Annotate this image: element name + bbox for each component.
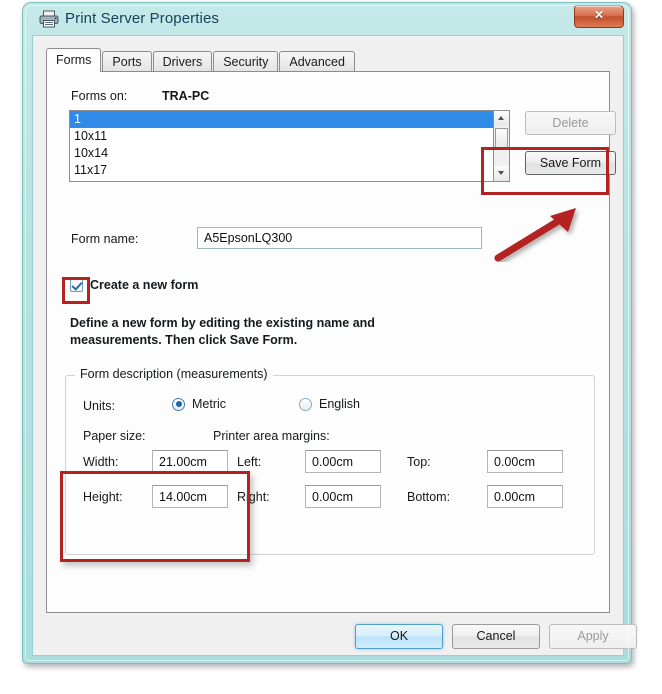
right-margin-input[interactable]	[305, 485, 381, 508]
cancel-button-label: Cancel	[476, 629, 516, 643]
tab-advanced[interactable]: Advanced	[279, 51, 355, 72]
bottom-margin-label: Bottom:	[407, 490, 451, 504]
apply-button[interactable]: Apply	[549, 624, 637, 649]
printer-icon	[39, 10, 59, 28]
form-description-legend: Form description (measurements)	[75, 367, 273, 381]
form-name-label: Form name:	[71, 232, 139, 246]
tab-ports-label: Ports	[112, 55, 142, 69]
tab-security-label: Security	[223, 55, 269, 69]
list-item[interactable]: 10x11	[70, 128, 493, 145]
units-radio-english-label: English	[319, 397, 360, 411]
forms-on-value: TRA-PC	[162, 89, 210, 103]
left-margin-label: Left:	[237, 455, 262, 469]
define-form-description: Define a new form by editing the existin…	[70, 316, 375, 347]
tab-ports[interactable]: Ports	[102, 51, 152, 72]
scrollbar-thumb[interactable]	[495, 128, 508, 150]
forms-tab-page: Forms on: TRA-PC 1 10x11 10x14 11x17 Del…	[46, 71, 616, 613]
ok-button[interactable]: OK	[355, 624, 443, 649]
tab-forms[interactable]: Forms	[46, 48, 102, 72]
list-item[interactable]: 11x17	[70, 162, 493, 179]
units-label: Units:	[83, 399, 115, 413]
save-form-button-label: Save Form	[539, 156, 602, 170]
ok-button-label: OK	[389, 629, 409, 643]
scroll-down-arrow-icon[interactable]	[494, 166, 509, 181]
tab-drivers-label: Drivers	[162, 55, 203, 69]
forms-on-label: Forms on:	[71, 89, 128, 103]
height-input[interactable]	[152, 485, 228, 508]
top-margin-input[interactable]	[487, 450, 563, 473]
dialog-body: Forms Ports Drivers Security Advanced Fo…	[32, 35, 637, 656]
print-server-properties-window: Print Server Properties ✕ Forms Ports Dr…	[22, 2, 637, 664]
width-label: Width:	[83, 455, 119, 469]
units-radio-metric-label: Metric	[192, 397, 227, 411]
height-label: Height:	[83, 490, 123, 504]
tab-strip: Forms Ports Drivers Security Advanced	[46, 48, 356, 72]
tab-advanced-label: Advanced	[289, 55, 345, 69]
bottom-margin-input[interactable]	[487, 485, 563, 508]
list-item[interactable]: 1	[70, 111, 493, 128]
delete-button[interactable]: Delete	[525, 111, 616, 135]
create-a-new-form-checkbox[interactable]: Create a new form	[70, 278, 198, 292]
create-a-new-form-label: Create a new form	[90, 278, 199, 292]
radio-unselected-icon[interactable]	[299, 397, 312, 411]
top-margin-label: Top:	[407, 455, 431, 469]
apply-button-label: Apply	[577, 629, 609, 643]
tab-drivers[interactable]: Drivers	[152, 51, 213, 72]
window-title: Print Server Properties	[65, 10, 220, 27]
close-icon: ✕	[593, 8, 605, 22]
right-margin-label: Right:	[237, 490, 270, 504]
title-bar: Print Server Properties ✕	[23, 3, 631, 39]
scroll-up-arrow-icon[interactable]	[494, 111, 509, 126]
cancel-button[interactable]: Cancel	[452, 624, 540, 649]
delete-button-label: Delete	[552, 116, 589, 130]
close-button[interactable]: ✕	[574, 5, 624, 28]
paper-size-label: Paper size:	[83, 429, 146, 443]
width-input[interactable]	[152, 450, 228, 473]
form-name-input[interactable]	[197, 227, 482, 249]
checkbox-checked-icon[interactable]	[70, 278, 83, 292]
list-item[interactable]: 10x14	[70, 145, 493, 162]
units-radio-english[interactable]: English	[299, 397, 360, 411]
forms-listbox-scrollbar[interactable]	[494, 110, 510, 182]
tab-security[interactable]: Security	[213, 51, 279, 72]
radio-selected-icon[interactable]	[172, 397, 185, 411]
printer-area-margins-label: Printer area margins:	[213, 429, 330, 443]
left-margin-input[interactable]	[305, 450, 381, 473]
forms-listbox[interactable]: 1 10x11 10x14 11x17	[69, 110, 494, 182]
units-radio-metric[interactable]: Metric	[172, 397, 226, 411]
save-form-button[interactable]: Save Form	[525, 151, 616, 175]
tab-forms-label: Forms	[56, 53, 92, 67]
